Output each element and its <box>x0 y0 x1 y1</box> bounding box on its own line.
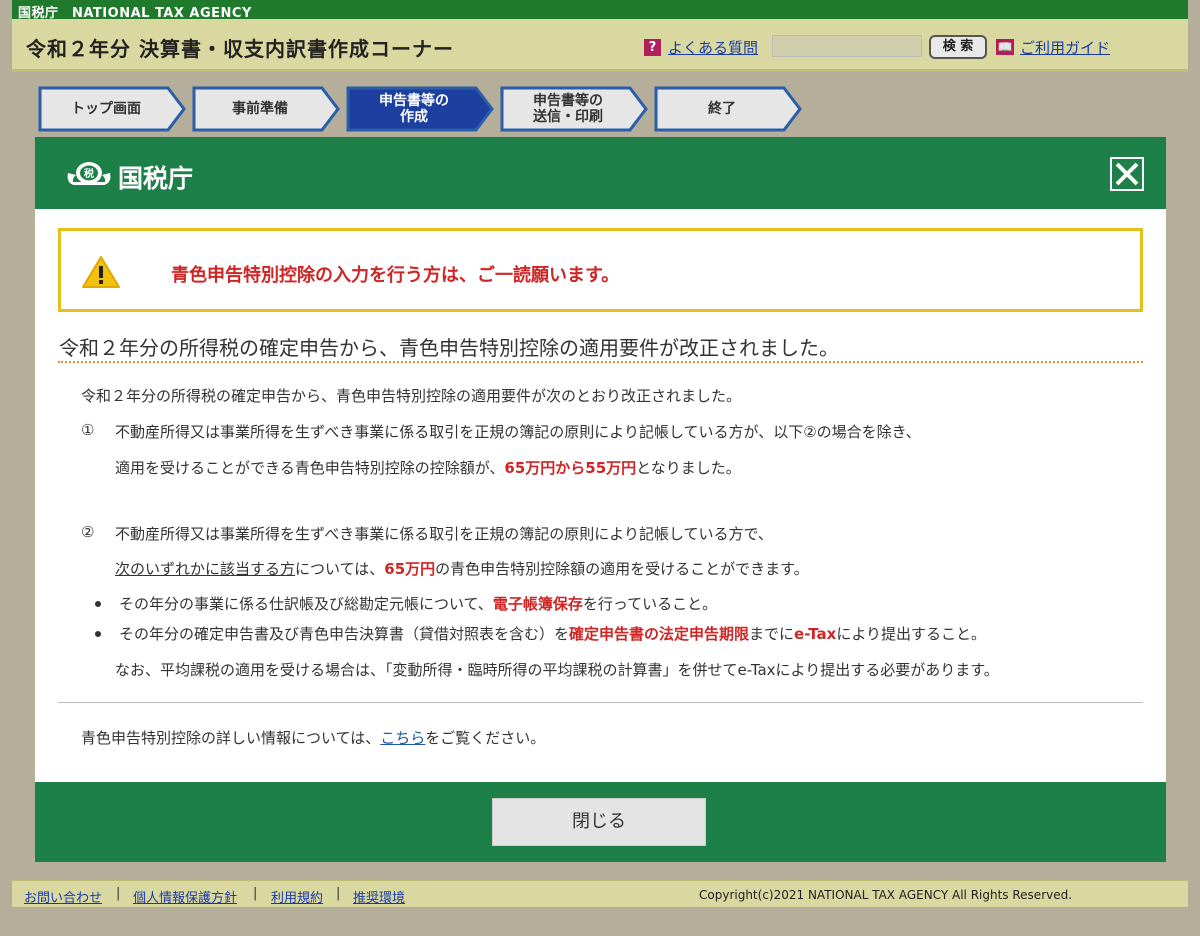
agency-strip: 国税庁 NATIONAL TAX AGENCY <box>12 0 1188 21</box>
highlight-text: 65万円 <box>384 560 436 578</box>
more-info-link[interactable]: こちら <box>380 729 425 747</box>
text: 青色申告特別控除の詳しい情報については、 <box>81 729 381 747</box>
warning-icon <box>82 256 120 288</box>
copyright-text: Copyright(c)2021 NATIONAL TAX AGENCY All… <box>699 888 1073 902</box>
progress-steps: トップ画面 事前準備 申告書等の 作成 申告書等の 送信・印刷 終了 <box>38 86 838 136</box>
svg-text:税: 税 <box>84 167 94 180</box>
bullet2-text: その年分の確定申告書及び青色申告決算書（貸借対照表を含む）を確定申告書の法定申告… <box>119 623 986 644</box>
step-create: 申告書等の 作成 <box>346 86 496 132</box>
divider <box>58 702 1143 703</box>
more-info-text: 青色申告特別控除の詳しい情報については、こちらをご覧ください。 <box>81 727 545 748</box>
footer-link-environment[interactable]: 推奨環境 <box>353 887 405 906</box>
bullet-icon <box>95 601 101 607</box>
item-number: ② <box>81 523 95 541</box>
highlight-text: 65万円から55万円 <box>504 459 637 477</box>
search-button[interactable]: 検 索 <box>929 35 987 59</box>
faq-link[interactable]: よくある質問 <box>668 37 758 58</box>
page-title: 令和２年分 決算書・収支内訳書作成コーナー <box>26 37 454 61</box>
footer-link-contact[interactable]: お問い合わせ <box>24 887 102 906</box>
text: 適用を受けることができる青色申告特別控除の控除額が、 <box>115 459 505 477</box>
close-button[interactable]: 閉じる <box>492 798 706 846</box>
section-heading: 令和２年分の所得税の確定申告から、青色申告特別控除の適用要件が改正されました。 <box>59 336 839 360</box>
text: となりました。 <box>636 459 741 477</box>
text: その年分の事業に係る仕訳帳及び総勘定元帳について、 <box>119 595 493 613</box>
step-prep: 事前準備 <box>192 86 342 132</box>
text: の青色申告特別控除額の適用を受けることができます。 <box>435 560 809 578</box>
modal-header: 税 国税庁 <box>35 137 1166 209</box>
highlight-text: e-Tax <box>794 625 837 643</box>
step-label: 申告書等の 送信・印刷 <box>533 93 603 125</box>
header-bar: 令和２年分 決算書・収支内訳書作成コーナー ? よくある質問 検 索 📖 ご利用… <box>12 19 1188 72</box>
footer-link-privacy[interactable]: 個人情報保護方針 <box>133 887 237 906</box>
highlight-text: 電子帳簿保存 <box>492 595 583 613</box>
underlined-text: 次のいずれかに該当する方 <box>115 560 296 578</box>
info-modal: 税 国税庁 青色申告特別控除の入力を行う方は、ご一読願います。 令和２年分の所得… <box>35 137 1166 862</box>
item2-line1: 不動産所得又は事業所得を生ずべき事業に係る取引を正規の簿記の原則により記帳してい… <box>115 525 773 543</box>
step-end: 終了 <box>654 86 804 132</box>
modal-title: 国税庁 <box>118 164 194 193</box>
text: を行っていること。 <box>582 595 718 613</box>
step-label: 終了 <box>708 101 736 117</box>
close-icon[interactable] <box>1110 157 1144 191</box>
guide-link[interactable]: ご利用ガイド <box>1020 37 1110 58</box>
note-text: なお、平均課税の適用を受ける場合は、「変動所得・臨時所得の平均課税の計算書」を併… <box>115 661 999 679</box>
step-label: 申告書等の 作成 <box>379 93 449 125</box>
step-label: 事前準備 <box>232 101 288 117</box>
text: により提出すること。 <box>836 625 987 643</box>
text: その年分の確定申告書及び青色申告決算書（貸借対照表を含む）を <box>119 625 570 643</box>
modal-footer: 閉じる <box>35 782 1166 862</box>
item1-line1: 不動産所得又は事業所得を生ずべき事業に係る取引を正規の簿記の原則により記帳してい… <box>115 423 921 441</box>
footer-separator: | <box>253 886 258 901</box>
item-number: ① <box>81 421 95 439</box>
bullet1-text: その年分の事業に係る仕訳帳及び総勘定元帳について、電子帳簿保存を行っていること。 <box>119 593 717 614</box>
item2-line2: 次のいずれかに該当する方については、65万円の青色申告特別控除額の適用を受けるこ… <box>115 558 809 579</box>
footer-separator: | <box>336 886 341 901</box>
notice-box: 青色申告特別控除の入力を行う方は、ご一読願います。 <box>58 228 1143 312</box>
item1-line2: 適用を受けることができる青色申告特別控除の控除額が、65万円から55万円となりま… <box>115 457 741 478</box>
notice-text: 青色申告特別控除の入力を行う方は、ご一読願います。 <box>171 265 620 286</box>
nta-logo-icon: 税 <box>67 162 111 185</box>
step-send: 申告書等の 送信・印刷 <box>500 86 650 132</box>
footer-link-terms[interactable]: 利用規約 <box>271 887 323 906</box>
intro-text: 令和２年分の所得税の確定申告から、青色申告特別控除の適用要件が次のとおり改正され… <box>81 387 742 405</box>
footer-bar: お問い合わせ | 個人情報保護方針 | 利用規約 | 推奨環境 Copyrigh… <box>12 880 1188 907</box>
step-label: トップ画面 <box>71 101 141 117</box>
book-icon[interactable]: 📖 <box>996 39 1014 55</box>
text: については、 <box>295 560 385 578</box>
divider <box>58 361 1143 363</box>
question-icon[interactable]: ? <box>644 39 661 56</box>
text: までに <box>749 625 795 643</box>
highlight-text: 確定申告書の法定申告期限 <box>569 625 750 643</box>
bullet-icon <box>95 631 101 637</box>
footer-separator: | <box>116 886 121 901</box>
text: をご覧ください。 <box>425 729 546 747</box>
search-input[interactable] <box>772 35 922 57</box>
step-top: トップ画面 <box>38 86 188 132</box>
